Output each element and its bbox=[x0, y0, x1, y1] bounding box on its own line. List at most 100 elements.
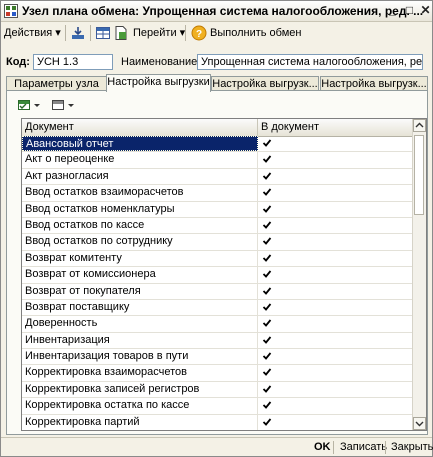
document-cell[interactable]: Акт разногласия bbox=[22, 168, 258, 185]
close-window-button[interactable]: ✕ bbox=[419, 3, 432, 17]
uncheck-all-icon[interactable] bbox=[51, 97, 77, 113]
table-row[interactable]: Корректировка записей регистров bbox=[22, 381, 414, 399]
checkbox-checked-icon[interactable] bbox=[262, 204, 272, 214]
in-document-cell bbox=[258, 169, 414, 184]
table-row[interactable]: Инвентаризация товаров в пути bbox=[22, 349, 414, 366]
window: Узел плана обмена: Упрощенная система на… bbox=[0, 0, 433, 457]
checkbox-checked-icon[interactable] bbox=[262, 171, 272, 181]
document-cell[interactable]: Ввод остатков номенклатуры bbox=[22, 201, 258, 217]
save-button[interactable]: Записать bbox=[340, 441, 387, 453]
table-row[interactable]: Корректировка остатка по кассе bbox=[22, 398, 414, 415]
tab-node-params[interactable]: Параметры узла bbox=[6, 76, 107, 91]
document-cell[interactable]: Корректировка взаиморасчетов bbox=[22, 365, 258, 381]
footer-separator bbox=[385, 441, 386, 454]
document-green-icon[interactable] bbox=[113, 25, 129, 41]
document-cell[interactable]: Возврат от покупателя bbox=[22, 283, 258, 299]
minimize-button[interactable]: _ bbox=[386, 3, 399, 17]
actions-label: Действия bbox=[4, 27, 53, 39]
in-document-cell bbox=[258, 251, 414, 266]
document-cell[interactable]: Ввод остатков по сотруднику bbox=[22, 234, 258, 250]
table-row[interactable]: Возврат поставщику bbox=[22, 299, 414, 317]
in-document-cell bbox=[258, 234, 414, 249]
close-button[interactable]: Закрыть bbox=[391, 441, 433, 453]
in-document-cell bbox=[258, 152, 414, 167]
footer-separator bbox=[333, 441, 334, 454]
document-cell[interactable]: Инвентаризация bbox=[22, 332, 258, 349]
table-row[interactable]: Ввод остатков номенклатуры bbox=[22, 201, 414, 218]
check-all-icon[interactable] bbox=[17, 97, 43, 113]
maximize-button[interactable]: □ bbox=[403, 3, 416, 17]
vertical-scrollbar[interactable] bbox=[412, 119, 426, 430]
tab-export-settings[interactable]: Настройка выгрузки bbox=[106, 74, 211, 92]
code-name-row: Код: УСН 1.3 Наименование: Упрощенная си… bbox=[1, 53, 432, 73]
checkbox-checked-icon[interactable] bbox=[262, 335, 272, 345]
checkbox-checked-icon[interactable] bbox=[262, 351, 272, 361]
scroll-up-button[interactable] bbox=[413, 119, 426, 132]
document-cell[interactable]: Инвентаризация товаров в пути bbox=[22, 349, 258, 365]
ok-button[interactable]: OK bbox=[314, 441, 331, 453]
table-row[interactable]: Инвентаризация bbox=[22, 332, 414, 350]
checkbox-checked-icon[interactable] bbox=[262, 367, 272, 377]
table-row[interactable]: Акт разногласия bbox=[22, 168, 414, 186]
code-field[interactable]: УСН 1.3 bbox=[33, 54, 113, 70]
save-download-icon[interactable] bbox=[70, 25, 86, 41]
document-cell[interactable]: Возврат от комиссионера bbox=[22, 267, 258, 283]
table-row[interactable]: Авансовый отчет bbox=[22, 136, 414, 153]
goto-menu[interactable]: Перейти ▾ bbox=[133, 25, 185, 41]
checkbox-checked-icon[interactable] bbox=[262, 384, 272, 394]
table-icon[interactable] bbox=[95, 25, 111, 41]
checkbox-checked-icon[interactable] bbox=[262, 400, 272, 410]
actions-menu[interactable]: Действия ▾ bbox=[4, 25, 61, 41]
scroll-down-button[interactable] bbox=[413, 417, 426, 430]
checkbox-checked-icon[interactable] bbox=[262, 417, 272, 427]
document-cell[interactable]: Доверенность bbox=[22, 316, 258, 332]
table-row[interactable]: Возврат от покупателя bbox=[22, 283, 414, 300]
in-document-cell bbox=[258, 398, 414, 413]
name-field[interactable]: Упрощенная система налогообложения, ред.… bbox=[197, 54, 423, 70]
table-row[interactable]: Ввод остатков взаиморасчетов bbox=[22, 185, 414, 202]
column-header-document[interactable]: Документ bbox=[22, 119, 258, 136]
in-document-cell bbox=[258, 202, 414, 217]
document-cell[interactable]: Возврат комитенту bbox=[22, 250, 258, 267]
document-cell[interactable]: Корректировка остатка по кассе bbox=[22, 398, 258, 414]
document-cell[interactable]: Ввод остатков взаиморасчетов bbox=[22, 185, 258, 201]
scroll-thumb[interactable] bbox=[414, 135, 424, 215]
document-cell[interactable]: Ввод остатков по кассе bbox=[22, 217, 258, 234]
chevron-down-icon bbox=[415, 421, 424, 427]
in-document-cell bbox=[258, 365, 414, 380]
document-cell[interactable]: Возврат поставщику bbox=[22, 299, 258, 316]
checkbox-checked-icon[interactable] bbox=[262, 138, 272, 148]
checkbox-checked-icon[interactable] bbox=[262, 253, 272, 263]
table-row[interactable]: Возврат комитенту bbox=[22, 250, 414, 268]
table-row[interactable]: Корректировка партий bbox=[22, 414, 414, 430]
document-cell[interactable]: Корректировка записей регистров bbox=[22, 381, 258, 398]
column-header-in-document[interactable]: В документ bbox=[258, 119, 414, 136]
checkbox-checked-icon[interactable] bbox=[262, 286, 272, 296]
tab-export-settings-2[interactable]: Настройка выгрузк... bbox=[211, 76, 319, 91]
document-cell[interactable]: Авансовый отчет bbox=[22, 136, 258, 152]
tab-export-settings-3[interactable]: Настройка выгрузк... bbox=[320, 76, 428, 91]
help-icon[interactable]: ? bbox=[191, 25, 207, 41]
checkbox-checked-icon[interactable] bbox=[262, 269, 272, 279]
run-exchange-button[interactable]: Выполнить обмен bbox=[210, 25, 301, 41]
table-row[interactable]: Ввод остатков по сотруднику bbox=[22, 234, 414, 251]
checkbox-checked-icon[interactable] bbox=[262, 154, 272, 164]
table-row[interactable]: Возврат от комиссионера bbox=[22, 267, 414, 284]
in-document-cell bbox=[258, 218, 414, 233]
table-row[interactable]: Акт о переоценке bbox=[22, 152, 414, 169]
table-row[interactable]: Корректировка взаиморасчетов bbox=[22, 365, 414, 382]
table-row[interactable]: Ввод остатков по кассе bbox=[22, 217, 414, 235]
checkbox-checked-icon[interactable] bbox=[262, 187, 272, 197]
table-row[interactable]: Доверенность bbox=[22, 316, 414, 333]
checkbox-checked-icon[interactable] bbox=[262, 220, 272, 230]
document-cell[interactable]: Акт о переоценке bbox=[22, 152, 258, 168]
exchange-plan-icon bbox=[4, 4, 18, 18]
toolbar: Действия ▾ Перейти ▾ ? Выполнить обмен bbox=[1, 22, 432, 44]
toolbar-separator bbox=[65, 25, 66, 41]
goto-label: Перейти bbox=[133, 27, 177, 39]
checkbox-checked-icon[interactable] bbox=[262, 318, 272, 328]
document-cell[interactable]: Корректировка партий bbox=[22, 414, 258, 430]
checkbox-checked-icon[interactable] bbox=[262, 236, 272, 246]
checkbox-checked-icon[interactable] bbox=[262, 302, 272, 312]
in-document-cell bbox=[258, 185, 414, 200]
